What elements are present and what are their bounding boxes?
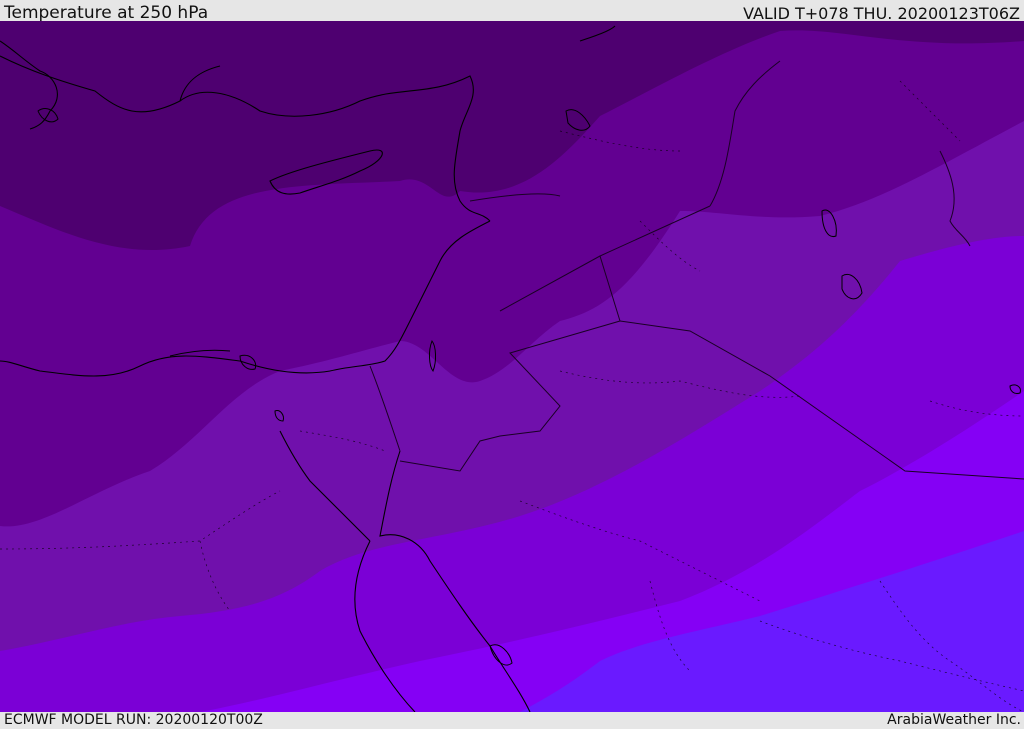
map-title: Temperature at 250 hPa — [4, 3, 209, 23]
temperature-map[interactable] — [0, 21, 1024, 712]
map-canvas — [0, 21, 1024, 712]
model-run: ECMWF MODEL RUN: 20200120T00Z — [4, 712, 263, 728]
header-bar: Temperature at 250 hPa VALID T+078 THU. … — [0, 0, 1024, 23]
footer-bar: ECMWF MODEL RUN: 20200120T00Z ArabiaWeat… — [0, 712, 1024, 729]
credit: ArabiaWeather Inc. — [887, 712, 1021, 728]
